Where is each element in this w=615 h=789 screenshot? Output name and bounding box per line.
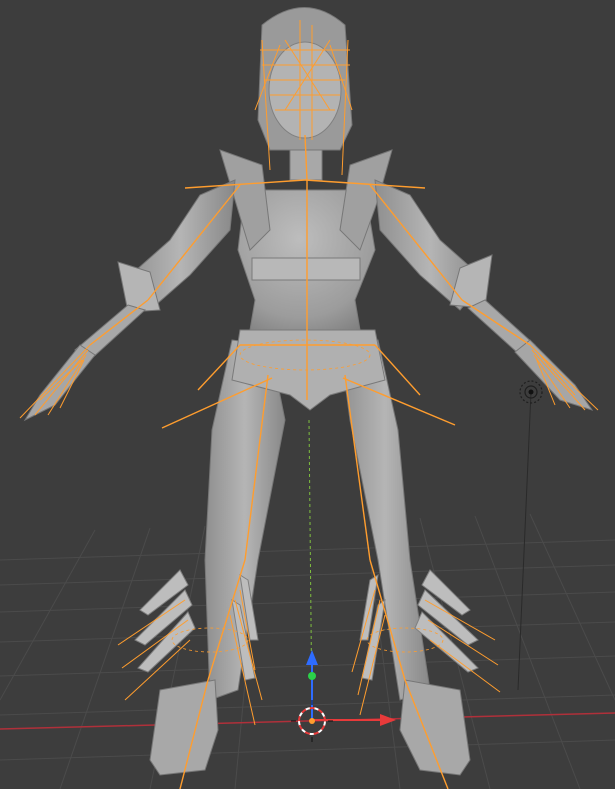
transform-gizmo[interactable] [306, 650, 396, 726]
y-handle-icon[interactable] [308, 672, 316, 680]
light-empty-icon[interactable] [517, 380, 543, 691]
x-arrow-icon[interactable] [380, 714, 396, 726]
viewport-canvas[interactable] [0, 0, 615, 789]
floor-grid [0, 513, 615, 789]
z-arrow-icon[interactable] [306, 650, 318, 665]
3d-viewport[interactable] [0, 0, 615, 789]
belt [251, 257, 361, 281]
x-axis-line [0, 712, 615, 730]
